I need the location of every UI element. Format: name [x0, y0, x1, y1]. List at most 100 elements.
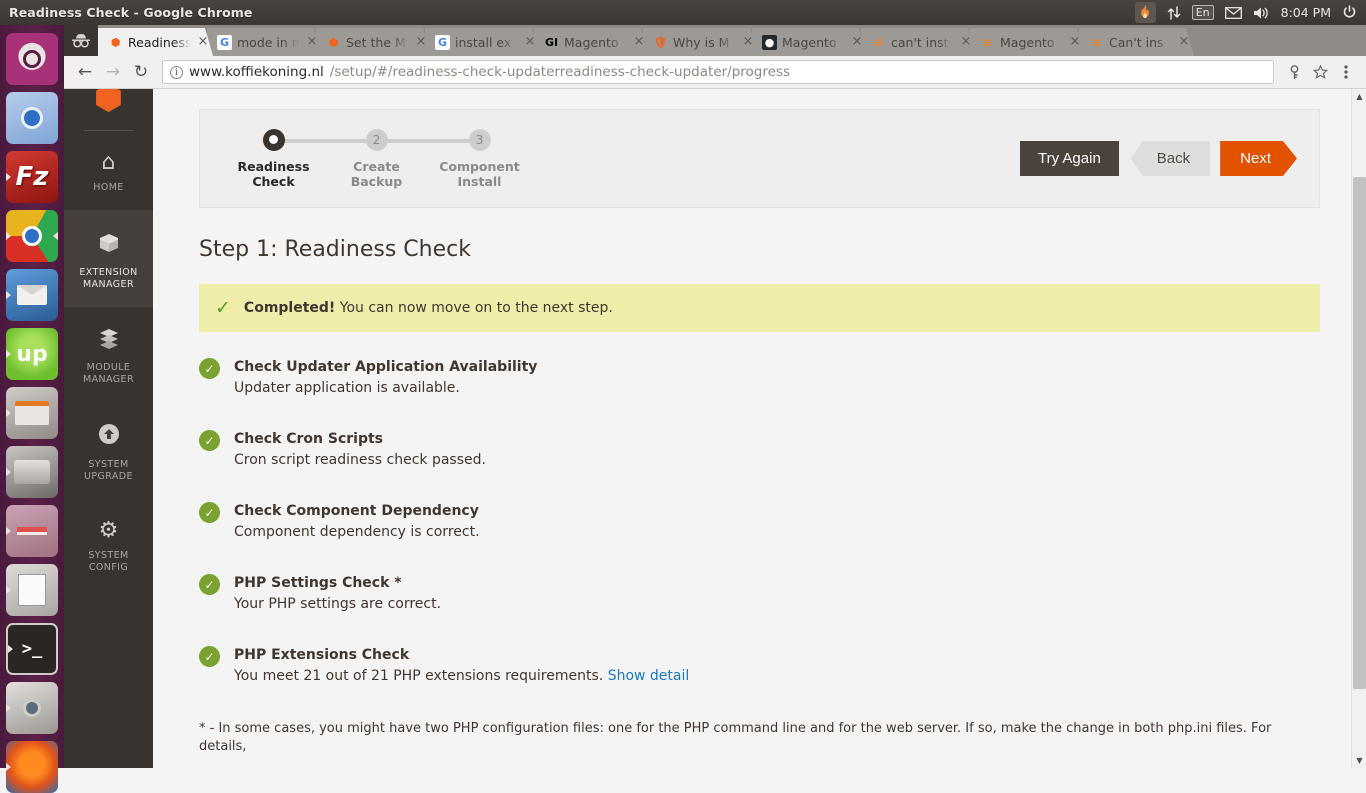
star-icon[interactable]	[1308, 60, 1332, 84]
window-title: Readiness Check - Google Chrome	[9, 5, 253, 20]
step-label-2: Install	[457, 173, 502, 189]
page-scrollbar[interactable]: ▲ ▼	[1351, 89, 1366, 768]
browser-tab[interactable]: Gmode in m ×	[207, 28, 322, 56]
browser-tab[interactable]: Ginstall ex ×	[425, 28, 540, 56]
try-again-button[interactable]: Try Again	[1019, 141, 1119, 176]
step-connector-1	[273, 138, 376, 143]
launcher-item-thunderbird[interactable]	[6, 269, 58, 321]
reload-icon[interactable]: ↻	[128, 59, 154, 85]
browser-tab[interactable]: ⬢ Readiness ×	[98, 28, 213, 56]
step-indicator: 2	[365, 128, 388, 151]
flame-icon[interactable]	[1134, 2, 1156, 23]
show-detail-link[interactable]: Show detail	[608, 668, 690, 684]
browser-tab[interactable]: ⬢ Set the M ×	[316, 28, 431, 56]
launcher-running-marker	[6, 468, 11, 476]
envelope-icon[interactable]	[1224, 0, 1242, 25]
launcher-item-filezilla[interactable]: Fz	[6, 151, 58, 203]
magento-icon: ⬢	[328, 35, 339, 49]
launcher-item-xampp[interactable]	[6, 505, 58, 557]
readiness-check-item: ✓ Check Component Dependency Component dep…	[199, 500, 1320, 543]
network-updown-icon[interactable]	[1167, 0, 1181, 25]
speaker-icon[interactable]	[1253, 0, 1270, 25]
browser-tab[interactable]: 🛡 Why is M ×	[643, 28, 758, 56]
launcher-running-marker	[6, 291, 11, 299]
magento-logo-icon[interactable]: ⬢	[64, 89, 153, 116]
check-description: Updater application is available.	[234, 380, 460, 396]
browser-tab[interactable]: ≡ Magento ×	[970, 28, 1085, 56]
sidebar-item-extension-manager[interactable]: EXTENSION MANAGER	[64, 210, 153, 307]
step-label: Create	[353, 158, 400, 174]
success-check-icon: ✓	[199, 358, 220, 379]
power-gear-icon[interactable]	[1342, 0, 1357, 25]
scrollbar-thumb[interactable]	[1353, 177, 1366, 689]
url-host: www.koffiekoning.nl	[189, 64, 324, 80]
site-info-icon[interactable]: i	[170, 65, 183, 79]
launcher-focused-marker	[53, 232, 58, 240]
clock[interactable]: 8:04 PM	[1281, 0, 1331, 25]
xampp-icon	[17, 527, 47, 535]
launcher-item-ubuntu-dash[interactable]	[6, 33, 58, 85]
gi-icon: GI	[544, 35, 559, 49]
step-create-backup[interactable]: 2 Create Backup	[325, 128, 428, 189]
tab-title: Set the M	[346, 34, 406, 50]
readiness-check-item: ✓ Check Updater Application Availability U…	[199, 356, 1320, 399]
sidebar-item-system-upgrade[interactable]: SYSTEM UPGRADE	[64, 402, 153, 499]
ubuntu-logo-icon	[23, 50, 41, 68]
text-editor-icon	[18, 574, 46, 606]
upwork-icon: up	[16, 341, 48, 367]
tab-close-icon[interactable]: ×	[197, 35, 209, 48]
sidebar-item-module-manager[interactable]: MODULE MANAGER	[64, 307, 153, 402]
check-title: Check Updater Application Availability	[234, 359, 538, 375]
magento-setup-sidebar: ⬢ ⌂ HOME EXTENSION MANAGER MODULE MANAGE…	[64, 89, 153, 768]
launcher-item-google-chrome[interactable]	[6, 210, 58, 262]
gear-icon: ⚙	[98, 518, 119, 543]
browser-tab[interactable]: ● Magento ×	[752, 28, 867, 56]
step-label: Component	[439, 158, 520, 174]
launcher-item-web-browser[interactable]	[6, 92, 58, 144]
launcher-item-camera[interactable]	[6, 682, 58, 734]
upload-arrow-icon	[68, 422, 149, 452]
back-button[interactable]: Back	[1130, 141, 1211, 176]
success-check-icon: ✓	[199, 574, 220, 595]
launcher-running-marker	[6, 704, 11, 712]
forward-arrow-icon[interactable]: →	[100, 59, 126, 85]
scroll-up-arrow-icon[interactable]: ▲	[1352, 89, 1366, 104]
tab-title: can't inst	[891, 34, 949, 50]
ubuntu-top-panel: Readiness Check - Google Chrome En 8:04 …	[0, 0, 1366, 25]
success-check-icon: ✓	[199, 430, 220, 451]
launcher-running-marker	[6, 527, 11, 535]
key-icon[interactable]	[1282, 60, 1306, 84]
launcher-item-files[interactable]	[6, 387, 58, 439]
check-description: You meet 21 out of 21 PHP extensions req…	[234, 668, 604, 684]
launcher-item-firefox[interactable]	[6, 741, 58, 793]
language-indicator[interactable]: En	[1191, 0, 1214, 25]
stackoverflow-icon: ≡	[873, 35, 884, 49]
check-title: PHP Extensions Check	[234, 647, 410, 663]
three-dot-menu-icon[interactable]	[1334, 60, 1358, 84]
terminal-icon: >_	[21, 639, 43, 659]
sidebar-item-home[interactable]: ⌂ HOME	[64, 131, 153, 210]
php-ini-footnote: * - In some cases, you might have two PH…	[199, 721, 1272, 754]
step-readiness-check[interactable]: Readiness Check	[222, 128, 325, 189]
launcher-item-text-editor[interactable]	[6, 564, 58, 616]
step-component-install[interactable]: 3 Component Install	[428, 128, 531, 189]
address-bar[interactable]: i www.koffiekoning.nl/setup/#/readiness-…	[162, 60, 1274, 84]
step-label: Readiness	[237, 158, 310, 174]
readiness-check-item: ✓ Check Cron Scripts Cron script readiness…	[199, 428, 1320, 471]
scroll-down-arrow-icon[interactable]: ▼	[1352, 753, 1366, 768]
browser-tab[interactable]: ≡ can't inst ×	[861, 28, 976, 56]
launcher-item-upwork[interactable]: up	[6, 328, 58, 380]
sidebar-item-label-2: MANAGER	[83, 374, 134, 385]
browser-tab[interactable]: ≡ Can't ins ×	[1079, 28, 1194, 56]
browser-tab[interactable]: GI Magento ×	[534, 28, 649, 56]
tab-close-icon[interactable]: ×	[1178, 35, 1190, 48]
launcher-item-disks[interactable]	[6, 446, 58, 498]
chrome-window: ⬢ Readiness × Gmode in m × ⬢ Set the M × Ginstal…	[64, 25, 1366, 768]
back-arrow-icon[interactable]: ←	[72, 59, 98, 85]
launcher-item-terminal[interactable]: >_	[6, 623, 58, 675]
success-check-icon: ✓	[199, 502, 220, 523]
check-title: Check Component Dependency	[234, 503, 479, 519]
sidebar-item-system-config[interactable]: ⚙ SYSTEM CONFIG	[64, 499, 153, 590]
next-button[interactable]: Next	[1220, 141, 1297, 176]
shield-icon: 🛡	[653, 35, 668, 49]
